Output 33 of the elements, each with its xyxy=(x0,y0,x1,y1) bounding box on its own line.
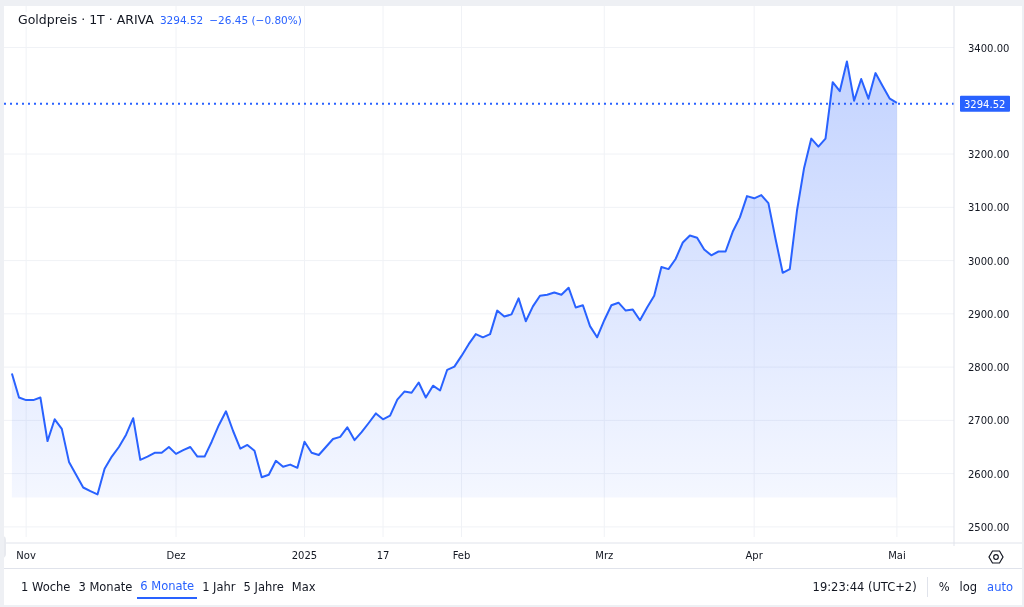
scale-toggle[interactable]: auto xyxy=(984,576,1016,598)
last-price: 3294.52 xyxy=(159,14,204,26)
range-tab[interactable]: 3 Monate xyxy=(75,575,136,599)
last-price-tag: 3294.52 xyxy=(960,95,1010,112)
x-axis-label: Nov xyxy=(16,550,36,561)
scale-toggle[interactable]: log xyxy=(956,576,981,598)
clock-time: 19:23:44 (UTC+2) xyxy=(812,580,917,594)
y-axis-label: 3100.00 xyxy=(968,202,1010,214)
scale-toggle[interactable]: % xyxy=(935,576,953,598)
settings-icon[interactable] xyxy=(988,550,1004,564)
range-tab[interactable]: 6 Monate xyxy=(137,575,198,599)
x-axis-label: 2025 xyxy=(291,550,318,561)
range-tab[interactable]: 1 Woche xyxy=(18,575,74,599)
x-axis-label: Feb xyxy=(452,550,471,561)
x-axis-label: Mai xyxy=(888,550,906,561)
x-axis-label: 17 xyxy=(376,550,390,561)
y-axis-label: 2700.00 xyxy=(968,415,1010,427)
y-axis-label: 3200.00 xyxy=(968,149,1010,161)
symbol-title: Goldpreis · 1T · ARIVA xyxy=(18,12,154,27)
range-tab[interactable]: 5 Jahre xyxy=(240,575,287,599)
range-tab[interactable]: 1 Jahr xyxy=(199,575,239,599)
x-axis-label: Apr xyxy=(745,550,763,561)
range-tab[interactable]: Max xyxy=(288,575,319,599)
ref-line-label: 3294.52 xyxy=(964,98,1006,110)
y-axis-label: 2500.00 xyxy=(968,521,1010,533)
y-axis-label: 3400.00 xyxy=(968,42,1010,54)
y-axis-label: 2600.00 xyxy=(968,468,1010,480)
y-axis-label: 2800.00 xyxy=(968,362,1010,374)
y-axis-label: 3000.00 xyxy=(968,255,1010,267)
x-axis-label: Dez xyxy=(166,550,186,561)
y-axis-label: 2900.00 xyxy=(968,308,1010,320)
x-axis-label: Mrz xyxy=(595,550,614,561)
price-change: −26.45 (−0.80%) xyxy=(209,14,302,26)
